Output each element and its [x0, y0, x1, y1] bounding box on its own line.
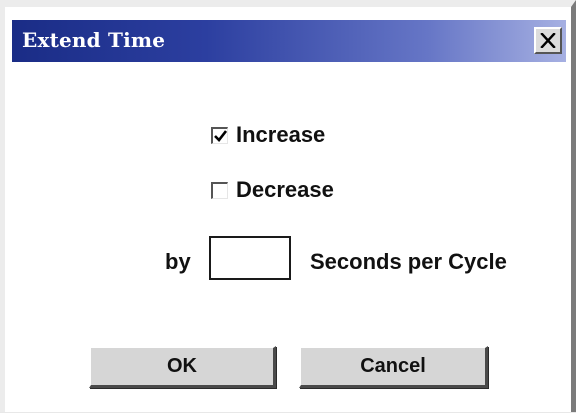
increase-checkbox[interactable]: [211, 126, 228, 144]
increase-option[interactable]: Increase: [211, 122, 325, 148]
decrease-label: Decrease: [236, 177, 334, 202]
ok-button[interactable]: OK: [89, 346, 276, 388]
dialog-title: Extend Time: [22, 28, 166, 52]
by-label: by: [165, 249, 191, 274]
extend-time-dialog: Extend Time Increase Decrease by Seconds…: [0, 0, 576, 413]
increase-label: Increase: [236, 122, 326, 147]
seconds-input[interactable]: [209, 236, 291, 280]
decrease-checkbox[interactable]: [211, 181, 228, 199]
title-bar[interactable]: Extend Time: [12, 20, 566, 62]
close-x-icon: [540, 33, 556, 48]
cancel-button[interactable]: Cancel: [299, 346, 488, 388]
close-button[interactable]: [534, 27, 562, 54]
checkmark-icon: [213, 129, 227, 142]
seconds-per-cycle-label: Seconds per Cycle: [310, 249, 507, 274]
decrease-option[interactable]: Decrease: [211, 177, 334, 203]
